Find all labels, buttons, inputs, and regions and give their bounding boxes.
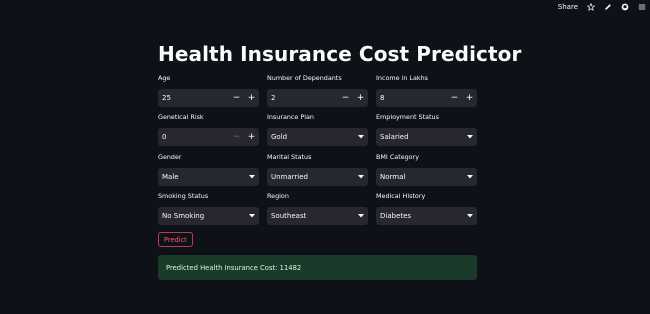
dependants-decrement-button[interactable]: − bbox=[338, 89, 353, 107]
marital-status-value[interactable]: Unmarried bbox=[267, 173, 354, 181]
marital-status-select[interactable]: Unmarried bbox=[267, 168, 368, 186]
top-toolbar: Share bbox=[558, 0, 646, 14]
income-label: Income in Lakhs bbox=[376, 74, 428, 82]
income-value[interactable]: 8 bbox=[376, 94, 447, 102]
chevron-down-icon[interactable] bbox=[354, 168, 368, 186]
genetical-risk-decrement-button[interactable]: − bbox=[229, 128, 244, 146]
chevron-down-icon[interactable] bbox=[463, 128, 477, 146]
employment-status-label: Employment Status bbox=[376, 113, 439, 121]
predict-button[interactable]: Predict bbox=[158, 232, 193, 247]
bmi-category-select[interactable]: Normal bbox=[376, 168, 477, 186]
age-value[interactable]: 25 bbox=[158, 94, 229, 102]
age-field: Age 25 − + bbox=[158, 74, 259, 107]
medical-history-label: Medical History bbox=[376, 192, 426, 200]
region-value[interactable]: Southeast bbox=[267, 212, 354, 220]
insurance-plan-label: Insurance Plan bbox=[267, 113, 314, 121]
dependants-field: Number of Dependants 2 − + bbox=[267, 74, 368, 107]
insurance-plan-value[interactable]: Gold bbox=[267, 133, 354, 141]
genetical-risk-increment-button[interactable]: + bbox=[244, 128, 259, 146]
age-input[interactable]: 25 − + bbox=[158, 89, 259, 107]
app-page: Share Health Insurance Cost Predictor Ag… bbox=[0, 0, 650, 314]
employment-status-value[interactable]: Salaried bbox=[376, 133, 463, 141]
share-button[interactable]: Share bbox=[558, 3, 578, 11]
prediction-result-text: Predicted Health Insurance Cost: 11482 bbox=[166, 263, 302, 272]
chevron-down-icon[interactable] bbox=[245, 207, 259, 225]
gender-value[interactable]: Male bbox=[158, 173, 245, 181]
marital-status-label: Marital Status bbox=[267, 153, 312, 161]
smoking-status-label: Smoking Status bbox=[158, 192, 209, 200]
dependants-value[interactable]: 2 bbox=[267, 94, 338, 102]
dependants-label: Number of Dependants bbox=[267, 74, 342, 82]
chevron-down-icon[interactable] bbox=[354, 207, 368, 225]
smoking-status-value[interactable]: No Smoking bbox=[158, 212, 245, 220]
income-input[interactable]: 8 − + bbox=[376, 89, 477, 107]
genetical-risk-value[interactable]: 0 bbox=[158, 133, 229, 141]
region-select[interactable]: Southeast bbox=[267, 207, 368, 225]
dependants-increment-button[interactable]: + bbox=[353, 89, 368, 107]
genetical-risk-field: Genetical Risk 0 − + bbox=[158, 113, 259, 146]
age-label: Age bbox=[158, 74, 171, 82]
medical-history-field: Medical History Diabetes bbox=[376, 192, 477, 225]
gender-field: Gender Male bbox=[158, 153, 259, 186]
employment-status-select[interactable]: Salaried bbox=[376, 128, 477, 146]
page-title: Health Insurance Cost Predictor bbox=[158, 42, 522, 66]
income-decrement-button[interactable]: − bbox=[447, 89, 462, 107]
gender-label: Gender bbox=[158, 153, 182, 161]
gender-select[interactable]: Male bbox=[158, 168, 259, 186]
smoking-status-field: Smoking Status No Smoking bbox=[158, 192, 259, 225]
region-field: Region Southeast bbox=[267, 192, 368, 225]
age-increment-button[interactable]: + bbox=[244, 89, 259, 107]
employment-status-field: Employment Status Salaried bbox=[376, 113, 477, 146]
income-increment-button[interactable]: + bbox=[462, 89, 477, 107]
medical-history-select[interactable]: Diabetes bbox=[376, 207, 477, 225]
insurance-plan-field: Insurance Plan Gold bbox=[267, 113, 368, 146]
prediction-result-alert: Predicted Health Insurance Cost: 11482 bbox=[158, 255, 477, 280]
menu-icon[interactable] bbox=[638, 3, 646, 11]
bmi-category-value[interactable]: Normal bbox=[376, 173, 463, 181]
bmi-category-field: BMI Category Normal bbox=[376, 153, 477, 186]
smoking-status-select[interactable]: No Smoking bbox=[158, 207, 259, 225]
income-field: Income in Lakhs 8 − + bbox=[376, 74, 477, 107]
genetical-risk-label: Genetical Risk bbox=[158, 113, 204, 121]
chevron-down-icon[interactable] bbox=[245, 168, 259, 186]
insurance-plan-select[interactable]: Gold bbox=[267, 128, 368, 146]
genetical-risk-input[interactable]: 0 − + bbox=[158, 128, 259, 146]
medical-history-value[interactable]: Diabetes bbox=[376, 212, 463, 220]
chevron-down-icon[interactable] bbox=[463, 168, 477, 186]
bmi-category-label: BMI Category bbox=[376, 153, 420, 161]
edit-icon[interactable] bbox=[604, 3, 612, 11]
age-decrement-button[interactable]: − bbox=[229, 89, 244, 107]
marital-status-field: Marital Status Unmarried bbox=[267, 153, 368, 186]
region-label: Region bbox=[267, 192, 289, 200]
star-icon[interactable] bbox=[587, 3, 595, 11]
chevron-down-icon[interactable] bbox=[354, 128, 368, 146]
dependants-input[interactable]: 2 − + bbox=[267, 89, 368, 107]
chevron-down-icon[interactable] bbox=[463, 207, 477, 225]
github-icon[interactable] bbox=[621, 3, 629, 11]
